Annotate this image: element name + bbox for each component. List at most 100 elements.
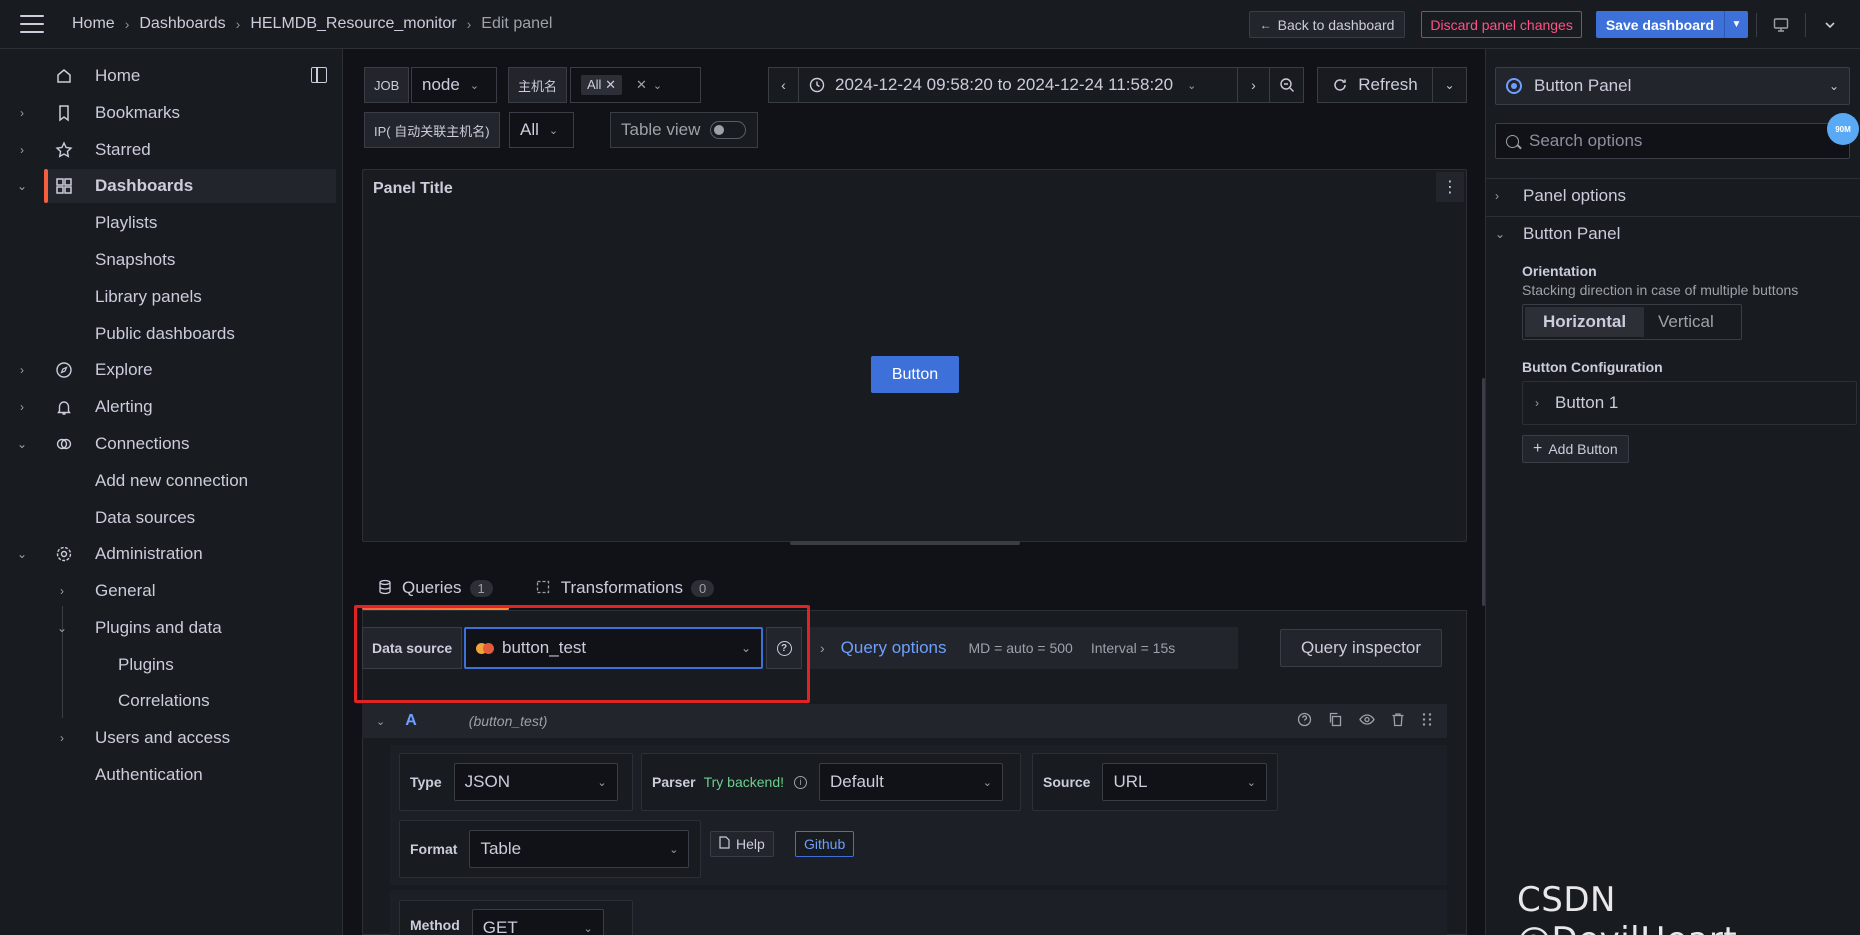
search-icon <box>1506 134 1519 148</box>
sidebar-item-correlations[interactable]: Correlations <box>0 684 343 718</box>
section-panel-options[interactable]: › Panel options <box>1495 186 1626 206</box>
resize-handle[interactable] <box>790 541 1020 545</box>
link-icon <box>54 434 74 454</box>
chevron-down-icon[interactable]: ⌄ <box>16 547 28 561</box>
sidebar-item-playlists[interactable]: Playlists <box>0 206 343 240</box>
search-options-input[interactable]: Search options <box>1495 123 1850 159</box>
sidebar-item-starred[interactable]: › Starred <box>0 133 343 167</box>
chevron-right-icon[interactable]: › <box>56 584 68 598</box>
sidebar-item-explore[interactable]: › Explore <box>0 353 343 387</box>
sidebar-item-snapshots[interactable]: Snapshots <box>0 243 343 277</box>
trash-icon[interactable] <box>1391 712 1405 730</box>
breadcrumb-dashboard[interactable]: HELMDB_Resource_monitor <box>250 15 456 33</box>
question-circle-icon[interactable] <box>1297 712 1312 730</box>
panel-menu-icon[interactable]: ⋮ <box>1436 172 1464 202</box>
clear-icon[interactable]: ✕ <box>636 77 647 93</box>
type-select[interactable]: JSON ⌄ <box>453 763 618 801</box>
query-inspector-button[interactable]: Query inspector <box>1280 629 1442 667</box>
host-variable-select[interactable]: All ✕ ✕ ⌄ <box>570 67 701 103</box>
sidebar-item-label: Plugins <box>118 655 174 674</box>
drag-handle-icon[interactable] <box>1421 712 1433 730</box>
chevron-right-icon: › <box>124 16 130 32</box>
close-icon[interactable]: ✕ <box>605 77 616 92</box>
refresh-button[interactable]: Refresh <box>1318 68 1432 102</box>
chevron-down-icon[interactable]: ⌄ <box>376 715 385 728</box>
chevron-right-icon[interactable]: › <box>16 106 28 120</box>
method-select[interactable]: GET ⌄ <box>471 909 604 935</box>
chevron-right-icon[interactable]: › <box>16 400 28 414</box>
sidebar-item-data-sources[interactable]: Data sources <box>0 501 343 535</box>
menu-icon[interactable] <box>20 15 44 33</box>
host-variable-label: 主机名 <box>508 67 568 103</box>
chevron-left-icon: ‹ <box>781 77 786 93</box>
chevron-right-icon[interactable]: › <box>56 731 68 745</box>
type-value: JSON <box>464 772 510 791</box>
chevron-down-icon[interactable]: ⌄ <box>16 437 28 451</box>
ip-variable-select[interactable]: All ⌄ <box>509 112 574 148</box>
sidebar-item-bookmarks[interactable]: › Bookmarks <box>0 96 343 130</box>
chevron-right-icon[interactable]: › <box>16 143 28 157</box>
job-variable-select[interactable]: node ⌄ <box>411 67 497 103</box>
selected-chip[interactable]: All ✕ <box>581 75 622 95</box>
eye-icon[interactable] <box>1359 712 1375 730</box>
add-button-button[interactable]: + Add Button <box>1522 435 1629 463</box>
refresh-interval-dropdown[interactable]: ⌄ <box>1432 68 1466 102</box>
sidebar-item-plugins[interactable]: Plugins <box>0 648 343 682</box>
sidebar-item-library-panels[interactable]: Library panels <box>0 280 343 314</box>
panel-action-button[interactable]: Button <box>871 356 959 393</box>
sidebar-item-add-new-connection[interactable]: Add new connection <box>0 464 343 498</box>
floating-badge[interactable]: 90M <box>1827 113 1859 145</box>
format-select[interactable]: Table ⌄ <box>469 830 690 868</box>
sidebar-item-general[interactable]: › General <box>0 574 343 608</box>
github-link[interactable]: Github <box>795 831 855 857</box>
chevron-down-icon[interactable] <box>1814 9 1846 41</box>
help-button[interactable]: Help <box>710 831 774 857</box>
table-view-toggle[interactable]: Table view <box>610 112 758 148</box>
parser-label: Parser <box>652 774 696 790</box>
toggle-switch[interactable] <box>710 121 747 139</box>
sidebar-item-dashboards[interactable]: ⌄ Dashboards <box>0 169 343 203</box>
sidebar-item-public-dashboards[interactable]: Public dashboards <box>0 317 343 351</box>
ip-variable-label: IP( 自动关联主机名) <box>364 112 500 148</box>
chevron-right-icon[interactable]: › <box>16 363 28 377</box>
source-select[interactable]: URL ⌄ <box>1102 763 1267 801</box>
button-1-row[interactable]: › Button 1 <box>1522 381 1857 425</box>
chevron-right-icon: › <box>1251 77 1256 93</box>
info-icon[interactable]: i <box>794 775 807 789</box>
parser-select[interactable]: Default ⌄ <box>819 763 1003 801</box>
time-back-button[interactable]: ‹ <box>769 68 799 102</box>
tab-transformations[interactable]: Transformations 0 <box>519 566 730 610</box>
sidebar-item-administration[interactable]: ⌄ Administration <box>0 537 343 571</box>
sidebar-item-home[interactable]: Home <box>0 59 343 93</box>
sidebar-item-users-and-access[interactable]: › Users and access <box>0 721 343 755</box>
time-range-button[interactable]: 2024-12-24 09:58:20 to 2024-12-24 11:58:… <box>799 68 1237 102</box>
orientation-horizontal[interactable]: Horizontal <box>1525 307 1644 337</box>
breadcrumb-dashboards[interactable]: Dashboards <box>139 15 225 33</box>
tab-queries[interactable]: Queries 1 <box>362 566 509 610</box>
copy-icon[interactable] <box>1328 712 1343 730</box>
sidebar-item-authentication[interactable]: Authentication <box>0 758 343 792</box>
discard-panel-changes-button[interactable]: Discard panel changes <box>1421 11 1582 38</box>
time-forward-button[interactable]: › <box>1237 68 1269 102</box>
back-to-dashboard-button[interactable]: ← Back to dashboard <box>1248 11 1406 38</box>
source-label: Source <box>1043 774 1091 790</box>
orientation-vertical[interactable]: Vertical <box>1644 307 1728 337</box>
orientation-label: Orientation <box>1522 263 1597 279</box>
sidebar-item-connections[interactable]: ⌄ Connections <box>0 427 343 461</box>
monitor-icon[interactable] <box>1765 9 1797 41</box>
save-dashboard-button[interactable]: Save dashboard <box>1595 11 1724 38</box>
save-options-dropdown[interactable]: ▼ <box>1724 11 1748 38</box>
sidebar-item-plugins-and-data[interactable]: ⌄ Plugins and data <box>0 611 343 645</box>
chevron-down-icon[interactable]: ⌄ <box>16 179 28 193</box>
sidebar-item-alerting[interactable]: › Alerting <box>0 390 343 424</box>
visualization-picker[interactable]: Button Panel ⌄ <box>1495 67 1850 105</box>
zoom-out-button[interactable] <box>1269 68 1303 102</box>
chevron-down-icon[interactable]: ⌄ <box>56 621 68 635</box>
query-row-header[interactable]: ⌄ A (button_test) <box>362 704 1447 738</box>
query-options[interactable]: › Query options MD = auto = 500 Interval… <box>808 627 1238 669</box>
source-field: Source URL ⌄ <box>1032 753 1278 811</box>
breadcrumb-home[interactable]: Home <box>72 15 115 33</box>
refresh-label: Refresh <box>1358 75 1418 94</box>
query-ref-id[interactable]: A <box>405 712 417 730</box>
section-button-panel[interactable]: ⌄ Button Panel <box>1495 224 1620 244</box>
